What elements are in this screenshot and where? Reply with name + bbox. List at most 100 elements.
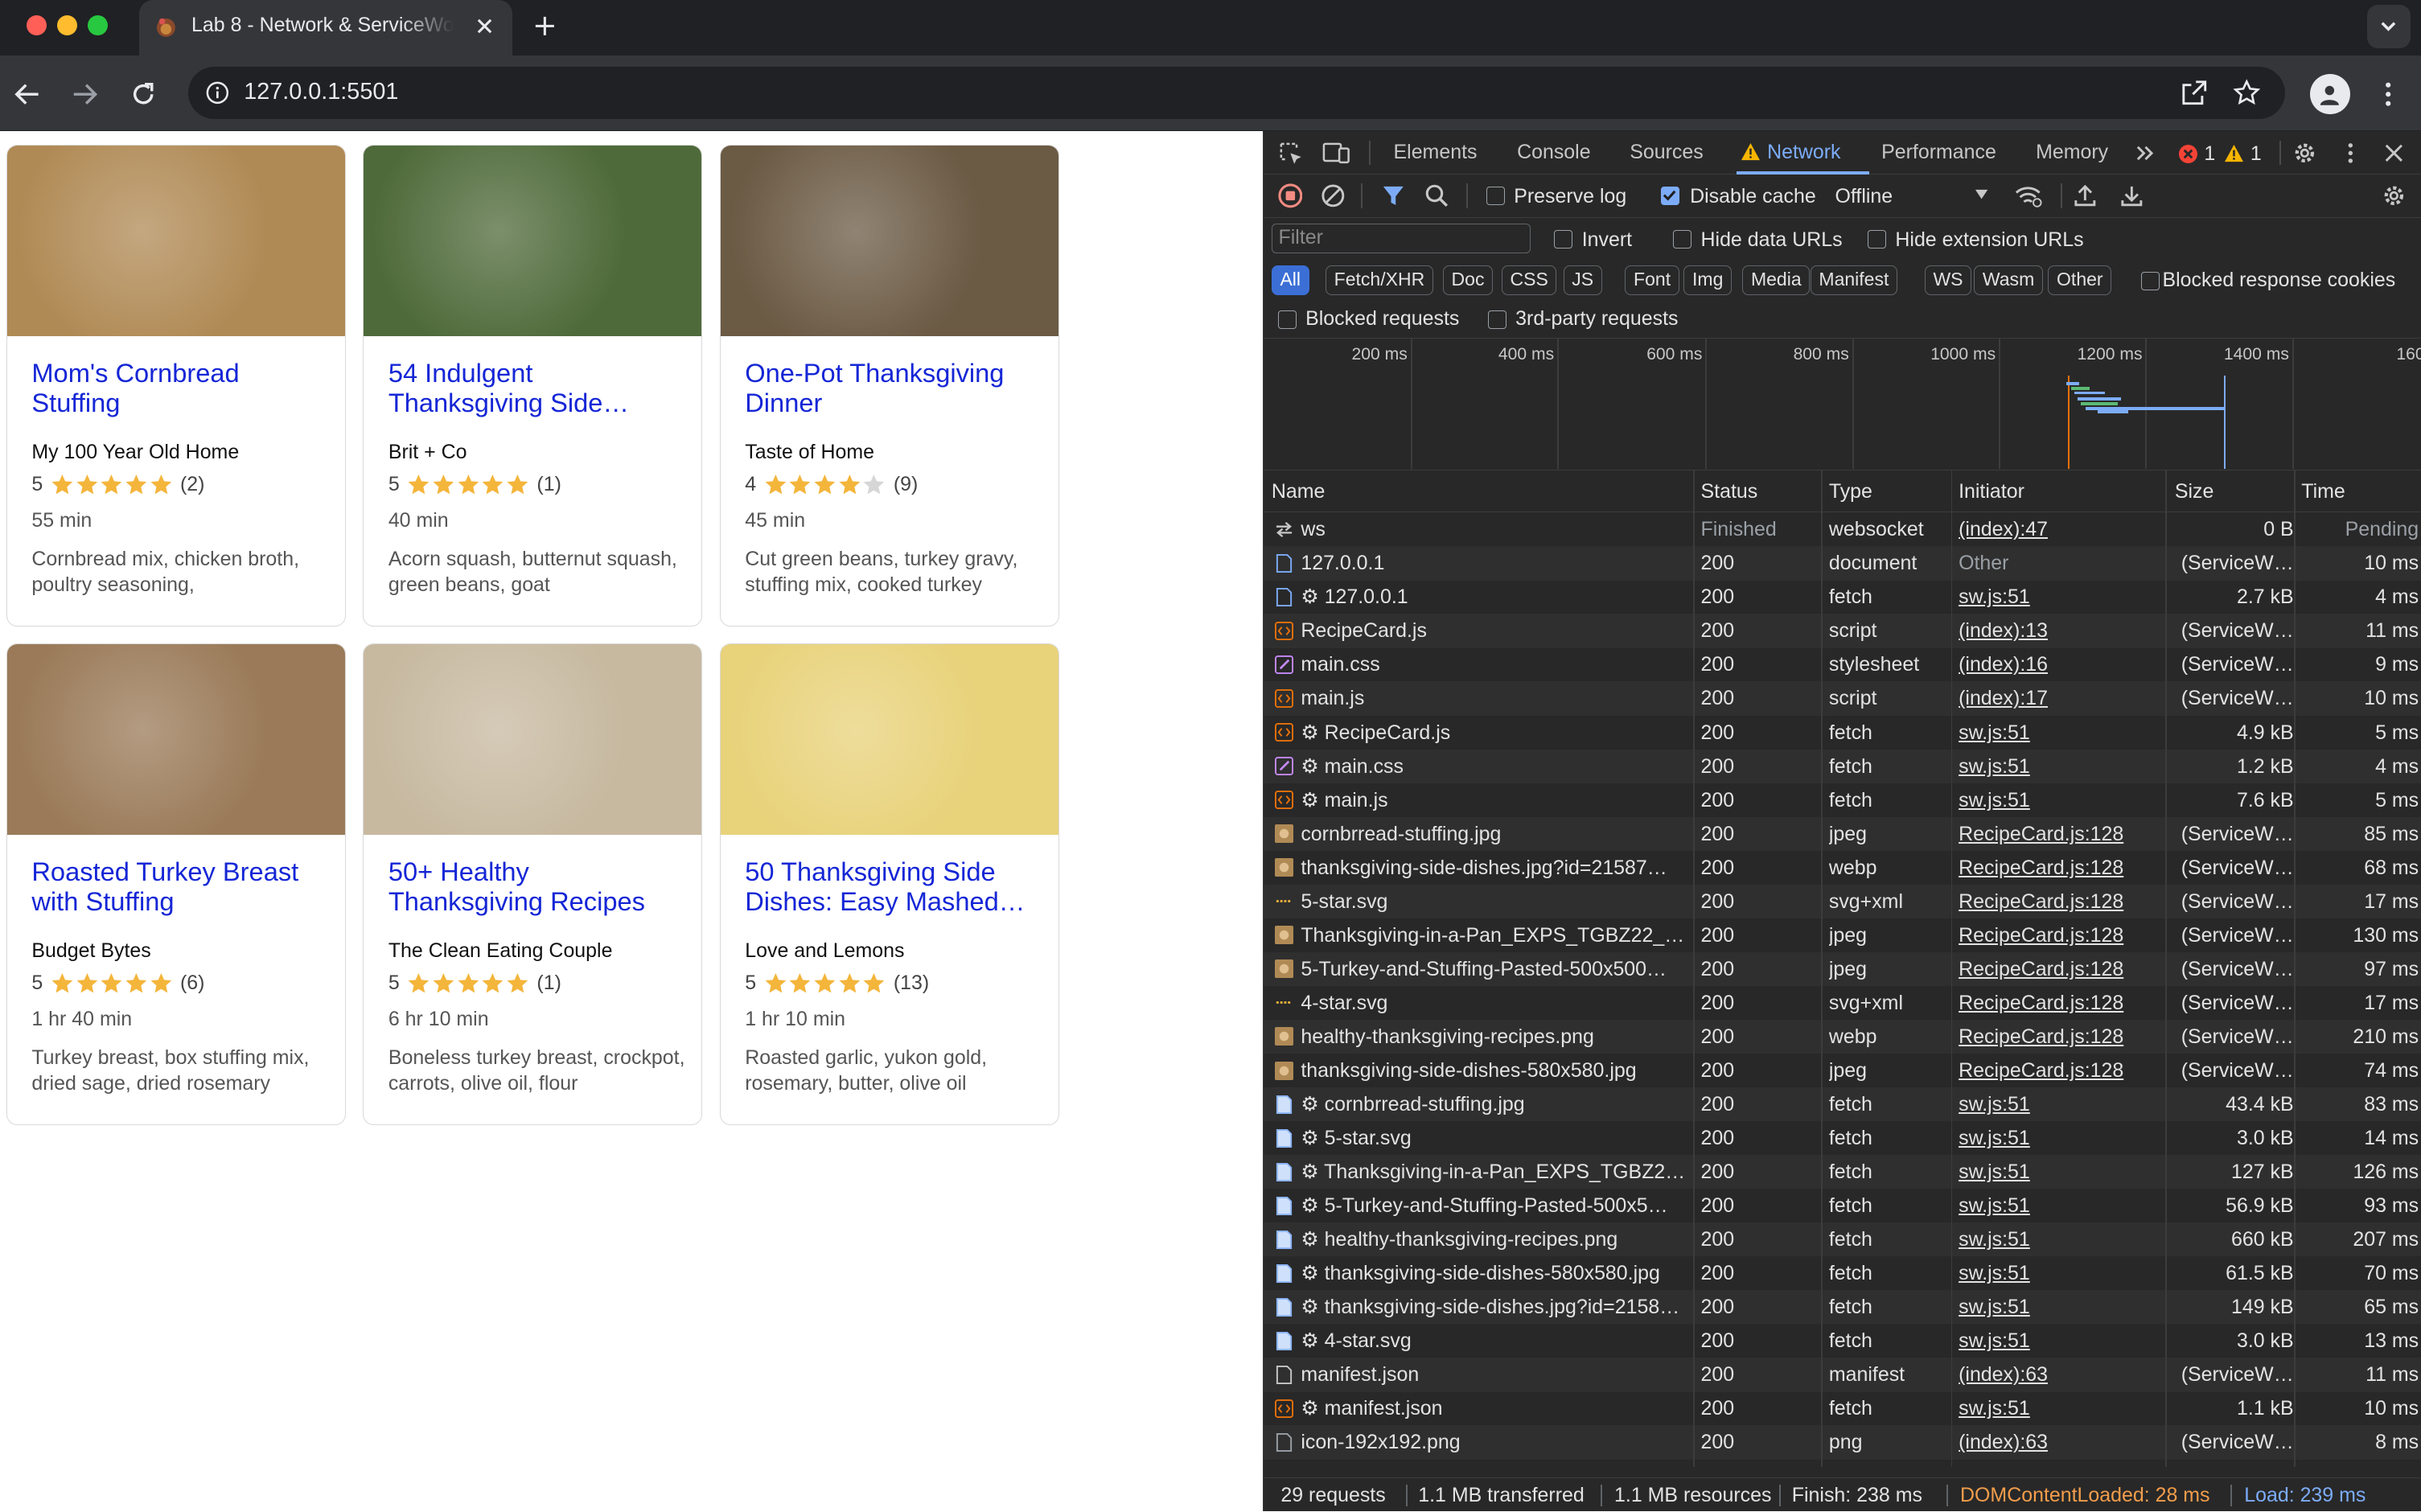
- disable-cache-label[interactable]: Disable cache: [1690, 185, 1816, 208]
- table-row[interactable]: ⚙ 4-star.svg 200 fetch sw.js:51 3.0 kB 13 ms: [1264, 1324, 2421, 1358]
- table-row[interactable]: 4-star.svg 200 svg+xml RecipeCard.js:128 (Se…: [1264, 986, 2421, 1020]
- table-row[interactable]: manifest.json 200 manifest (index):63 (Servi…: [1264, 1358, 2421, 1392]
- cell-initiator[interactable]: RecipeCard.js:128: [1959, 885, 2162, 918]
- filter-chip-doc[interactable]: Doc: [1442, 265, 1494, 295]
- preserve-log-label[interactable]: Preserve log: [1514, 185, 1626, 208]
- recipe-image[interactable]: [720, 146, 1058, 336]
- filter-chip-media[interactable]: Media: [1742, 265, 1811, 295]
- cell-initiator[interactable]: RecipeCard.js:128: [1959, 817, 2162, 851]
- recipe-image[interactable]: [364, 146, 702, 336]
- table-row[interactable]: main.js 200 script (index):17 (ServiceW… 10 m…: [1264, 681, 2421, 716]
- filter-chip-fetchxhr[interactable]: Fetch/XHR: [1326, 265, 1433, 295]
- table-row[interactable]: healthy-thanksgiving-recipes.png 200 webp R…: [1264, 1019, 2421, 1054]
- table-row[interactable]: Thanksgiving-in-a-Pan_EXPS_TGBZ22_… 200 jp…: [1264, 918, 2421, 952]
- table-row[interactable]: 5-Turkey-and-Stuffing-Pasted-500x500… 200…: [1264, 951, 2421, 987]
- table-row[interactable]: ⚙ 5-star.svg 200 fetch sw.js:51 3.0 kB 14 ms: [1264, 1121, 2421, 1155]
- table-row[interactable]: icon-192x192.png 200 png (index):63 (Service…: [1264, 1425, 2421, 1460]
- table-row[interactable]: cornbrread-stuffing.jpg 200 jpeg RecipeCard…: [1264, 816, 2421, 851]
- table-row[interactable]: ⚙ thanksgiving-side-dishes.jpg?id=2158… 2…: [1264, 1290, 2421, 1325]
- devtools-menu-kebab-icon[interactable]: [2338, 141, 2363, 166]
- bookmark-star-icon[interactable]: [2233, 79, 2261, 107]
- cell-initiator[interactable]: (index):13: [1959, 614, 2162, 647]
- third-party-requests-checkbox[interactable]: [1487, 310, 1506, 329]
- network-settings-gear-icon[interactable]: [2382, 183, 2407, 208]
- filter-chip-img[interactable]: Img: [1683, 265, 1732, 295]
- filter-input[interactable]: Filter: [1271, 224, 1531, 253]
- chrome-menu-kebab-icon[interactable]: [2373, 79, 2403, 109]
- hide-data-urls-label[interactable]: Hide data URLs: [1701, 228, 1843, 252]
- filter-chip-css[interactable]: CSS: [1501, 265, 1557, 295]
- preserve-log-checkbox[interactable]: [1486, 187, 1505, 206]
- cell-initiator[interactable]: RecipeCard.js:128: [1959, 918, 2162, 952]
- error-count[interactable]: 1: [2204, 142, 2215, 166]
- hide-data-urls-checkbox[interactable]: [1672, 230, 1691, 249]
- tab-performance[interactable]: Performance: [1881, 141, 1996, 164]
- network-overview-timeline[interactable]: 200 ms 400 ms 600 ms 800 ms 1000 ms 1200 ms 14…: [1264, 338, 2421, 471]
- tab-network[interactable]: Network: [1767, 141, 1840, 164]
- close-tab-icon[interactable]: [472, 14, 497, 39]
- table-row[interactable]: thanksgiving-side-dishes-580x580.jpg 200 j…: [1264, 1054, 2421, 1087]
- column-status-header[interactable]: Status: [1701, 480, 1758, 503]
- cell-initiator[interactable]: sw.js:51: [1959, 1222, 2162, 1256]
- table-row[interactable]: ⚙ thanksgiving-side-dishes-580x580.jpg 20…: [1264, 1256, 2421, 1290]
- recipe-title[interactable]: 50 Thanksgiving Side Dishes: Easy Mashed…: [745, 857, 1046, 916]
- cell-initiator[interactable]: sw.js:51: [1959, 1324, 2162, 1358]
- table-row[interactable]: ⚙ RecipeCard.js 200 fetch sw.js:51 4.9 kB 5 m…: [1264, 716, 2421, 750]
- table-row[interactable]: ⚙ 5-Turkey-and-Stuffing-Pasted-500x5… 200…: [1264, 1189, 2421, 1222]
- table-row[interactable]: ⚙ manifest.json 200 fetch sw.js:51 1.1 kB 10 …: [1264, 1391, 2421, 1425]
- cell-initiator[interactable]: (index):63: [1959, 1358, 2162, 1391]
- third-party-requests-label[interactable]: 3rd-party requests: [1515, 307, 1678, 331]
- recipe-image[interactable]: [720, 644, 1058, 835]
- site-info-icon[interactable]: [205, 80, 230, 105]
- import-har-upload-icon[interactable]: [2073, 183, 2098, 208]
- filter-chip-wasm[interactable]: Wasm: [1974, 265, 2043, 295]
- inspect-element-icon[interactable]: [1278, 141, 1303, 166]
- table-row[interactable]: RecipeCard.js 200 script (index):13 (Service…: [1264, 614, 2421, 648]
- table-row[interactable]: ⚙ main.js 200 fetch sw.js:51 7.6 kB 5 ms: [1264, 783, 2421, 817]
- recipe-title[interactable]: One-Pot Thanksgiving Dinner: [745, 359, 1046, 417]
- table-row[interactable]: ⚙ Thanksgiving-in-a-Pan_EXPS_TGBZ2… 200 fe…: [1264, 1155, 2421, 1189]
- hide-extension-urls-label[interactable]: Hide extension URLs: [1895, 228, 2083, 252]
- open-in-window-icon[interactable]: [2181, 79, 2209, 107]
- cell-initiator[interactable]: (index):16: [1959, 647, 2162, 681]
- device-toolbar-icon[interactable]: [1322, 141, 1350, 166]
- warning-icon[interactable]: [2224, 144, 2244, 162]
- column-initiator-header[interactable]: Initiator: [1959, 480, 2024, 503]
- table-row[interactable]: thanksgiving-side-dishes.jpg?id=21587… 20…: [1264, 851, 2421, 885]
- profile-avatar-icon[interactable]: [2309, 74, 2350, 115]
- table-row[interactable]: main.css 200 stylesheet (index):16 (ServiceW…: [1264, 647, 2421, 681]
- tab-memory[interactable]: Memory: [2036, 141, 2108, 164]
- settings-gear-icon[interactable]: [2292, 141, 2317, 166]
- cell-initiator[interactable]: sw.js:51: [1959, 750, 2162, 783]
- recipe-title[interactable]: 50+ Healthy Thanksgiving Recipes: [388, 857, 689, 916]
- more-tabs-chevron-icon[interactable]: [2135, 142, 2156, 164]
- filter-chip-ws[interactable]: WS: [1924, 265, 1972, 295]
- search-icon[interactable]: [1424, 183, 1449, 208]
- recipe-card[interactable]: 54 Indulgent Thanksgiving Side… Brit + Co…: [363, 145, 703, 627]
- recipe-card[interactable]: Mom's Cornbread Stuffing My 100 Year Old …: [6, 145, 346, 627]
- minimize-window-button[interactable]: [57, 15, 77, 36]
- recipe-image[interactable]: [6, 146, 345, 336]
- filter-funnel-icon[interactable]: [1381, 183, 1406, 208]
- filter-chip-other[interactable]: Other: [2048, 265, 2112, 295]
- filter-chip-js[interactable]: JS: [1563, 265, 1602, 295]
- hide-extension-urls-checkbox[interactable]: [1867, 230, 1886, 249]
- browser-tab[interactable]: Lab 8 - Network & ServiceWorker: [138, 0, 513, 56]
- maximize-window-button[interactable]: [88, 15, 109, 36]
- cell-initiator[interactable]: RecipeCard.js:128: [1959, 1054, 2162, 1087]
- recipe-card[interactable]: 50 Thanksgiving Side Dishes: Easy Mashed…: [719, 643, 1059, 1126]
- close-devtools-icon[interactable]: [2382, 141, 2407, 166]
- column-time-header[interactable]: Time: [2301, 480, 2345, 503]
- throttling-select[interactable]: Offline: [1835, 185, 1893, 208]
- recipe-image[interactable]: [364, 644, 702, 835]
- column-name-header[interactable]: Name: [1272, 480, 1326, 503]
- stop-recording-icon[interactable]: [1277, 183, 1303, 208]
- export-har-download-icon[interactable]: [2119, 183, 2144, 208]
- cell-initiator[interactable]: sw.js:51: [1959, 580, 2162, 614]
- table-row[interactable]: ⚙ healthy-thanksgiving-recipes.png 200 fet…: [1264, 1222, 2421, 1257]
- table-row[interactable]: 127.0.0.1 200 document Other (ServiceW… 10 ms: [1264, 546, 2421, 581]
- reload-icon[interactable]: [128, 79, 158, 109]
- recipe-image[interactable]: [6, 644, 345, 835]
- cell-initiator[interactable]: sw.js:51: [1959, 1256, 2162, 1290]
- recipe-card[interactable]: One-Pot Thanksgiving Dinner Taste of Home…: [719, 145, 1059, 627]
